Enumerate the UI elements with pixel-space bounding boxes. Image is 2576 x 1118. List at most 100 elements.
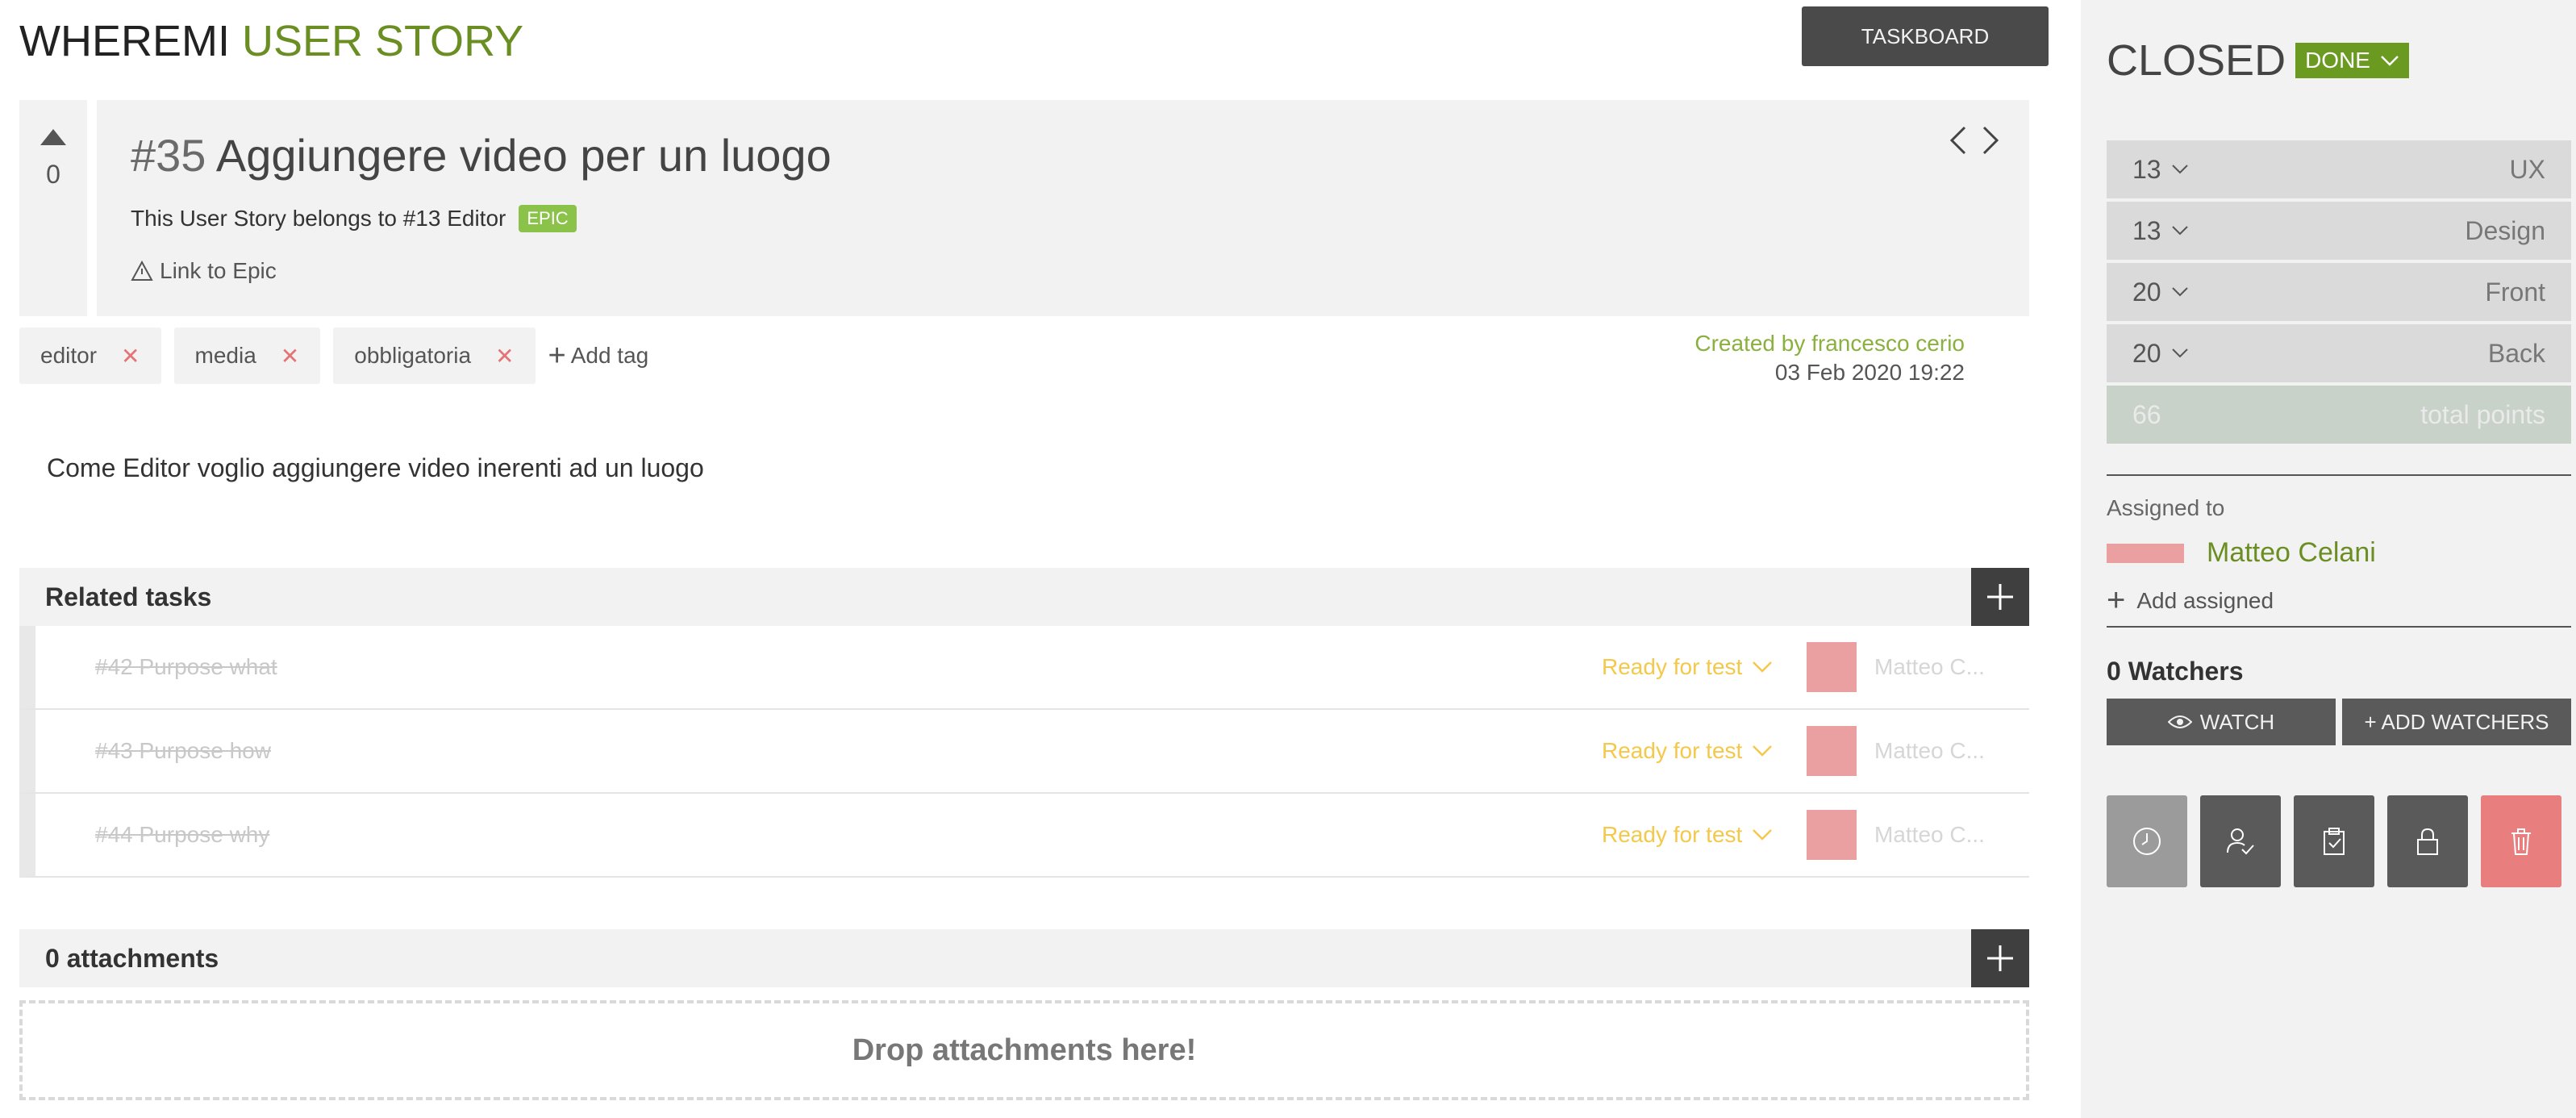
belongs-text[interactable]: This User Story belongs to #13 Editor — [131, 206, 506, 232]
tag-label: obbligatoria — [354, 343, 472, 368]
tag-label: media — [194, 343, 256, 368]
link-to-epic-label: Link to Epic — [160, 258, 277, 283]
chevron-down-icon — [1753, 829, 1773, 841]
points-value-group: 20 — [2132, 339, 2189, 369]
avatar — [1807, 810, 1857, 860]
assigned-name[interactable]: Matteo Celani — [2207, 537, 2376, 569]
add-tag-button[interactable]: + Add tag — [548, 339, 649, 373]
created-info: Created by francesco cerio 03 Feb 2020 1… — [1694, 329, 1965, 387]
chevron-right-icon[interactable] — [1981, 124, 2000, 156]
points-value-group: 20 — [2132, 277, 2189, 307]
chevron-down-icon — [2171, 165, 2188, 174]
points-total-label: total points — [2420, 399, 2545, 429]
story-title-text[interactable]: Aggiungere video per un luogo — [216, 130, 832, 181]
lock-button[interactable] — [2387, 795, 2468, 887]
task-status-dropdown[interactable]: Ready for test — [1602, 654, 1773, 680]
remove-tag-icon[interactable]: ✕ — [281, 343, 299, 369]
add-attachment-button[interactable] — [1971, 929, 2029, 987]
link-to-epic-button[interactable]: Link to Epic — [131, 258, 277, 284]
upvote-icon[interactable] — [40, 129, 66, 145]
points-role: Front — [2485, 277, 2545, 307]
status-line: CLOSED DONE — [2107, 35, 2409, 86]
item-kind: USER STORY — [242, 17, 524, 65]
task-row[interactable]: #43 Purpose how Ready for test Matteo C.… — [19, 710, 2029, 794]
task-assignee[interactable]: Matteo C... — [1874, 738, 1985, 764]
created-by[interactable]: Created by francesco cerio — [1694, 329, 1965, 358]
clipboard-check-button[interactable] — [2294, 795, 2374, 887]
tag-label: editor — [40, 343, 98, 368]
action-buttons — [2107, 795, 2561, 887]
vote-box: 0 — [19, 100, 97, 316]
epic-relation: This User Story belongs to #13 Editor EP… — [131, 205, 577, 232]
avatar — [1807, 642, 1857, 692]
assigned-user[interactable]: Matteo Celani — [2107, 537, 2376, 569]
assign-to-me-button[interactable] — [2200, 795, 2281, 887]
clipboard-check-icon — [2324, 828, 2345, 855]
status-badge-label: DONE — [2305, 48, 2370, 73]
clock-icon — [2133, 828, 2161, 855]
tag-chip: media ✕ — [173, 327, 321, 384]
add-assigned-button[interactable]: + Add assigned — [2107, 582, 2274, 619]
taskboard-button[interactable]: TASKBOARD — [1802, 6, 2049, 66]
watchers-title: 0 Watchers — [2107, 657, 2244, 686]
plus-icon — [1987, 945, 2013, 971]
divider — [2107, 626, 2571, 628]
story-nav — [1949, 124, 2000, 156]
status-closed: CLOSED — [2107, 36, 2286, 85]
plus-icon — [1987, 584, 2013, 610]
task-status-dropdown[interactable]: Ready for test — [1602, 822, 1773, 848]
status-dropdown[interactable]: DONE — [2295, 43, 2409, 78]
points-row-ux[interactable]: 13 UX — [2107, 140, 2571, 198]
story-description[interactable]: Come Editor voglio aggiungere video iner… — [47, 453, 704, 483]
add-assigned-label: Add assigned — [2136, 587, 2274, 613]
add-watchers-button[interactable]: + ADD WATCHERS — [2342, 699, 2571, 745]
trash-icon — [2511, 828, 2531, 855]
page-title: WHEREMI USER STORY — [19, 16, 523, 66]
points-role: Back — [2487, 338, 2545, 368]
add-task-button[interactable] — [1971, 568, 2029, 626]
remove-tag-icon[interactable]: ✕ — [121, 343, 140, 369]
divider — [2107, 474, 2571, 476]
vote-count: 0 — [46, 160, 60, 189]
points-value: 13 — [2132, 154, 2161, 184]
points-role: Design — [2465, 215, 2545, 245]
task-row[interactable]: #42 Purpose what Ready for test Matteo C… — [19, 626, 2029, 710]
lock-icon — [2417, 828, 2438, 855]
chevron-down-icon — [1753, 661, 1773, 673]
chevron-down-icon — [2171, 348, 2188, 358]
points-row-back[interactable]: 20 Back — [2107, 324, 2571, 382]
story-title: #35 Aggiungere video per un luogo — [131, 129, 832, 181]
points-total-value: 66 — [2132, 399, 2161, 429]
points-row-front[interactable]: 20 Front — [2107, 263, 2571, 321]
tag-list: editor ✕ media ✕ obbligatoria ✕ + Add tag — [19, 327, 648, 384]
warning-triangle-icon — [131, 260, 153, 281]
story-ref: #35 — [131, 130, 206, 181]
attachment-dropzone[interactable]: Drop attachments here! — [19, 1000, 2029, 1100]
task-assignee[interactable]: Matteo C... — [1874, 654, 1985, 680]
sidebar: CLOSED DONE 13 UX 13 Design 20 Front 20 Back… — [2081, 0, 2576, 1118]
plus-icon: + — [548, 338, 566, 373]
related-tasks-title: Related tasks — [45, 582, 212, 611]
chevron-down-icon — [2171, 287, 2188, 297]
task-row[interactable]: #44 Purpose why Ready for test Matteo C.… — [19, 794, 2029, 878]
task-status-label: Ready for test — [1602, 738, 1743, 763]
chevron-down-icon — [1753, 745, 1773, 757]
tag-chip: obbligatoria ✕ — [333, 327, 536, 384]
points-row-design[interactable]: 13 Design — [2107, 202, 2571, 260]
chevron-left-icon[interactable] — [1949, 124, 1968, 156]
watch-label: WATCH — [2199, 709, 2275, 734]
plus-icon: + — [2107, 582, 2126, 618]
task-assignee[interactable]: Matteo C... — [1874, 822, 1985, 848]
task-name[interactable]: #43 Purpose how — [95, 738, 271, 764]
watch-button[interactable]: WATCH — [2107, 699, 2336, 745]
attachments-header: 0 attachments — [19, 929, 2029, 987]
points-value: 13 — [2132, 215, 2161, 245]
related-tasks-header: Related tasks — [19, 568, 2029, 626]
delete-button[interactable] — [2481, 795, 2561, 887]
task-name[interactable]: #44 Purpose why — [95, 822, 269, 848]
remove-tag-icon[interactable]: ✕ — [495, 343, 514, 369]
history-button[interactable] — [2107, 795, 2187, 887]
avatar — [1807, 726, 1857, 776]
task-name[interactable]: #42 Purpose what — [95, 654, 277, 680]
task-status-dropdown[interactable]: Ready for test — [1602, 738, 1773, 764]
